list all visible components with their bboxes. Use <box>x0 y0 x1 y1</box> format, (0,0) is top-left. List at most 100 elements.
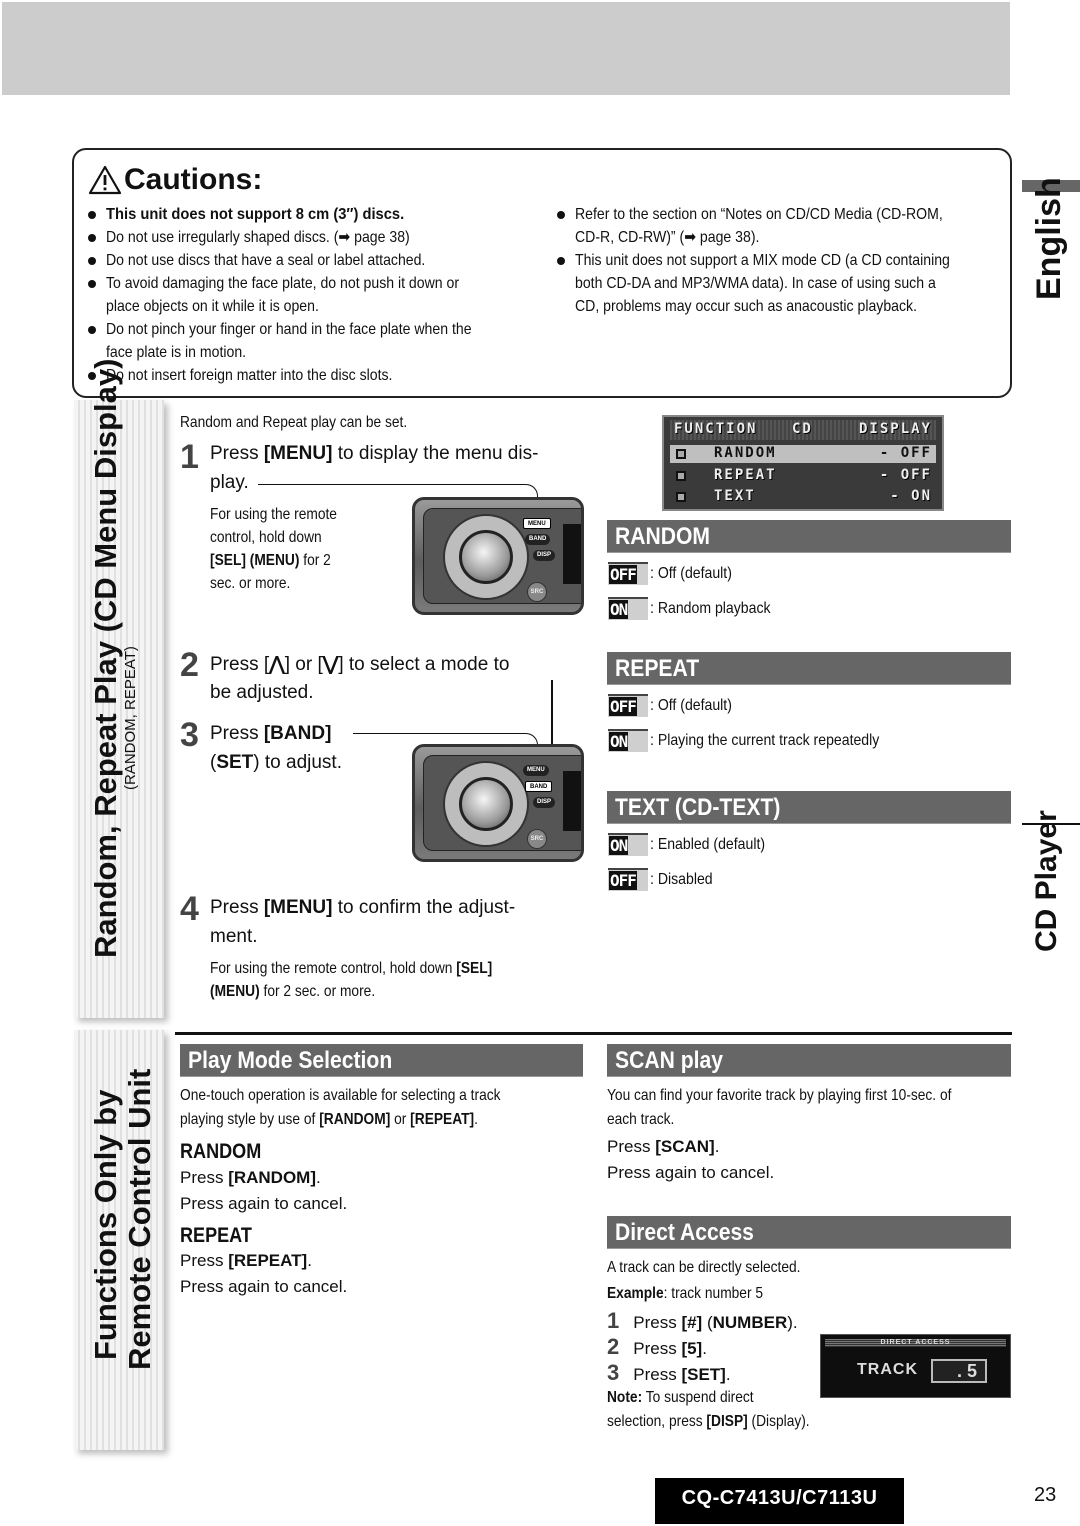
random-option-on: ON: Random playback <box>608 597 787 620</box>
play-mode-heading: Play Mode Selection <box>180 1044 583 1077</box>
caution-item: Do not use discs that have a seal or lab… <box>88 249 469 272</box>
off-indicator-icon: OFF <box>608 868 648 891</box>
caution-item: both CD-DA and MP3/WMA data). In case of… <box>557 272 985 295</box>
step-number-2: 2 <box>180 646 199 684</box>
cautions-title: Cautions: <box>88 163 262 197</box>
scan-heading: SCAN play <box>607 1044 1011 1077</box>
src-button: SRC <box>527 829 547 849</box>
head-unit-illustration-band: MENU BAND DISP SRC <box>412 744 584 862</box>
band-button: BAND <box>525 781 553 792</box>
text-heading: TEXT (CD-TEXT) <box>607 791 1011 824</box>
caution-item: CD-R, CD-RW)” (➡ page 38). <box>557 226 785 249</box>
direct-access-note: Note: To suspend direct selection, press… <box>607 1389 810 1430</box>
chapter-tab-label: CD Player <box>1030 810 1063 952</box>
volume-knob <box>459 777 513 831</box>
bullet-icon <box>88 280 96 288</box>
off-indicator-icon: OFF <box>608 694 648 717</box>
step-1-line2: play. <box>210 472 249 493</box>
disp-button: DISP <box>533 797 556 808</box>
src-button: SRC <box>527 582 547 602</box>
random-option-off: OFF: Off (default) <box>608 562 743 585</box>
section-divider <box>175 1032 1012 1035</box>
caution-text: Refer to the section on “Notes on CD/CD … <box>575 206 943 223</box>
step-4-line2: ment. <box>210 926 258 947</box>
scan-cancel: Press again to cancel. <box>607 1163 775 1182</box>
on-indicator-icon: ON <box>608 597 648 620</box>
menu-button: MENU <box>523 518 551 529</box>
menu-key: [MENU] <box>263 443 333 464</box>
step-number-3: 3 <box>180 716 199 754</box>
caution-item: place objects on it while it is open. <box>88 295 348 318</box>
repeat-option-off: OFF: Off (default) <box>608 694 743 717</box>
section-intro-text: Random and Repeat play can be set. <box>180 414 408 431</box>
caution-text: Do not use irregularly shaped discs. (➡ … <box>106 229 410 246</box>
direct-access-display-value: . 5 <box>931 1359 987 1383</box>
bullet-icon <box>88 234 96 242</box>
direct-step-2: 2 Press [5]. <box>607 1334 707 1359</box>
direct-access-heading: Direct Access <box>607 1216 1011 1249</box>
warning-icon <box>88 165 122 195</box>
caution-item: CD, problems may occur such as anacousti… <box>557 295 964 318</box>
section-title-random-repeat: Random, Repeat Play (CD Menu Display) <box>88 358 123 958</box>
caution-item: This unit does not support a MIX mode CD… <box>557 249 1001 272</box>
disp-button: DISP <box>533 550 556 561</box>
band-button: BAND <box>525 534 551 545</box>
text-option-on: ON: Enabled (default) <box>608 833 781 856</box>
direct-access-display-label: TRACK <box>857 1361 918 1378</box>
scan-description: You can find your favorite track by play… <box>607 1087 952 1128</box>
cd-menu-display: FUNCTION CD DISPLAY RANDOM - OFF REPEAT - … <box>662 415 944 511</box>
lcd-row-random: RANDOM - OFF <box>670 445 936 463</box>
caution-text: Do not use discs that have a seal or lab… <box>106 252 426 269</box>
caution-text: To avoid damaging the face plate, do not… <box>106 275 460 292</box>
off-indicator-icon: OFF <box>608 562 648 585</box>
head-unit-illustration-menu: MENU BAND DISP SRC <box>412 497 584 615</box>
caution-item: This unit does not support 8 cm (3″) dis… <box>88 203 430 226</box>
device-screen <box>563 524 581 584</box>
section-title-remote-line1: Functions Only by <box>88 1089 123 1360</box>
play-mode-intro: One-touch operation is available for sel… <box>180 1087 501 1128</box>
bullet-icon <box>557 211 565 219</box>
caution-item: Do not insert foreign matter into the di… <box>88 364 431 387</box>
bullet-icon <box>88 257 96 265</box>
repeat-cancel: Press again to cancel. <box>180 1277 348 1296</box>
repeat-heading: REPEAT <box>607 652 1011 685</box>
caution-item: Do not pinch your finger or hand in the … <box>88 318 521 341</box>
section-subtitle: (RANDOM, REPEAT) <box>122 646 139 790</box>
band-key: [BAND] <box>263 723 332 744</box>
scan-instruction: Press [SCAN]. <box>607 1137 720 1156</box>
lcd-row-text: TEXT - ON <box>670 488 936 506</box>
language-tab-label: English <box>1030 177 1068 300</box>
direct-step-3: 3 Press [SET]. <box>607 1360 731 1385</box>
direct-access-example: Example: track number 5 <box>607 1285 764 1302</box>
caution-text: CD-R, CD-RW)” (➡ page 38). <box>575 229 760 246</box>
down-key-icon: ⋁ <box>322 654 339 675</box>
step-number-1: 1 <box>180 438 199 476</box>
direct-access-intro: A track can be directly selected. <box>607 1259 801 1276</box>
caution-text: Do not pinch your finger or hand in the … <box>106 321 472 338</box>
on-indicator-icon: ON <box>608 729 648 752</box>
random-cancel: Press again to cancel. <box>180 1194 348 1213</box>
random-instruction: Press [RANDOM]. <box>180 1168 321 1187</box>
bullet-icon <box>88 211 96 219</box>
bullet-icon <box>557 257 565 265</box>
section-title-remote-line2: Remote Control Unit <box>122 1068 157 1370</box>
model-badge: CQ-C7413U/C7113U <box>655 1478 904 1524</box>
bullet-icon <box>88 326 96 334</box>
caution-text: This unit does not support 8 cm (3″) dis… <box>106 206 405 223</box>
direct-access-display-title: DIRECT ACCESS <box>825 1339 1006 1347</box>
caution-text: This unit does not support a MIX mode CD… <box>575 252 950 269</box>
lcd-header: FUNCTION CD DISPLAY <box>670 420 936 440</box>
repeat-subheading: REPEAT <box>180 1224 252 1247</box>
header-band <box>2 2 1010 95</box>
step-1-line1: Press [MENU] to display the menu dis- <box>210 443 539 464</box>
caution-text: CD, problems may occur such as anacousti… <box>575 298 917 315</box>
on-indicator-icon: ON <box>608 833 648 856</box>
caution-text: both CD-DA and MP3/WMA data). In case of… <box>575 275 936 292</box>
step-4-remote-note: For using the remote control, hold down … <box>210 960 493 1000</box>
lcd-row-repeat: REPEAT - OFF <box>670 467 936 485</box>
step-2-line1: Press [⋀] or [⋁] to select a mode to <box>210 654 510 675</box>
text-option-off: OFF: Disabled <box>608 868 721 891</box>
volume-knob <box>459 530 513 584</box>
random-heading: RANDOM <box>607 520 1011 553</box>
direct-access-display: DIRECT ACCESS TRACK . 5 <box>820 1334 1011 1398</box>
